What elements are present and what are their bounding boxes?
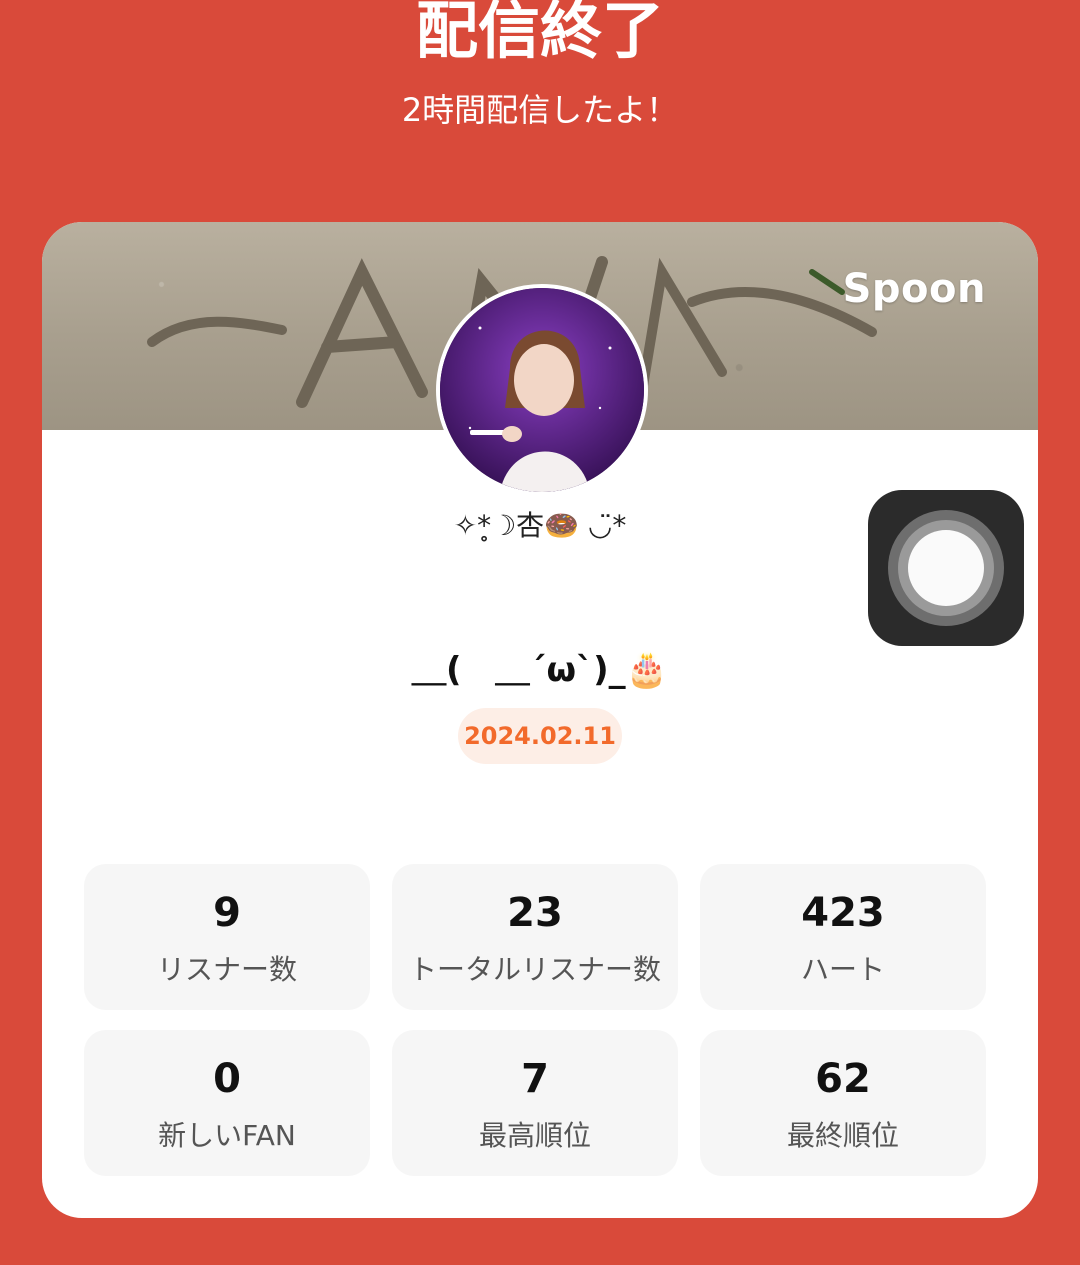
- stat-label: 最高順位: [478, 1119, 591, 1152]
- stat-total-listeners: 23 トータルリスナー数: [392, 864, 678, 1010]
- stat-hearts: 423 ハート: [700, 864, 986, 1010]
- stat-value: 7: [521, 1056, 549, 1102]
- broadcast-summary-card: Spoon ✧*̥☽杏🍩 ◡̈* ＿( ＿´ω`)_🎂 2024.02.11 9…: [42, 222, 1038, 1218]
- broadcast-title: ＿( ＿´ω`)_🎂: [412, 650, 668, 690]
- stat-new-fans: 0 新しいFAN: [84, 1030, 370, 1176]
- page-subtitle: 2時間配信したよ！: [401, 91, 679, 129]
- assistive-dot: [908, 530, 984, 606]
- stat-value: 62: [815, 1056, 871, 1102]
- stat-highest-rank: 7 最高順位: [392, 1030, 678, 1176]
- stat-value: 0: [213, 1056, 241, 1102]
- assistive-touch-icon[interactable]: [868, 490, 1024, 646]
- page-title: 配信終了: [415, 0, 664, 67]
- stat-label: ハート: [800, 953, 885, 986]
- stat-label: 最終順位: [786, 1119, 899, 1152]
- stat-final-rank: 62 最終順位: [700, 1030, 986, 1176]
- stat-value: 23: [507, 890, 563, 936]
- stat-label: トータルリスナー数: [408, 953, 661, 986]
- stat-label: リスナー数: [156, 953, 297, 986]
- avatar[interactable]: [436, 284, 648, 496]
- stat-label: 新しいFAN: [158, 1119, 296, 1152]
- stat-value: 9: [213, 890, 241, 936]
- stat-listeners: 9 リスナー数: [84, 864, 370, 1010]
- spoon-logo: Spoon: [842, 266, 986, 312]
- date-badge: 2024.02.11: [458, 708, 622, 764]
- avatar-illustration: [440, 288, 644, 492]
- stat-value: 423: [801, 890, 885, 936]
